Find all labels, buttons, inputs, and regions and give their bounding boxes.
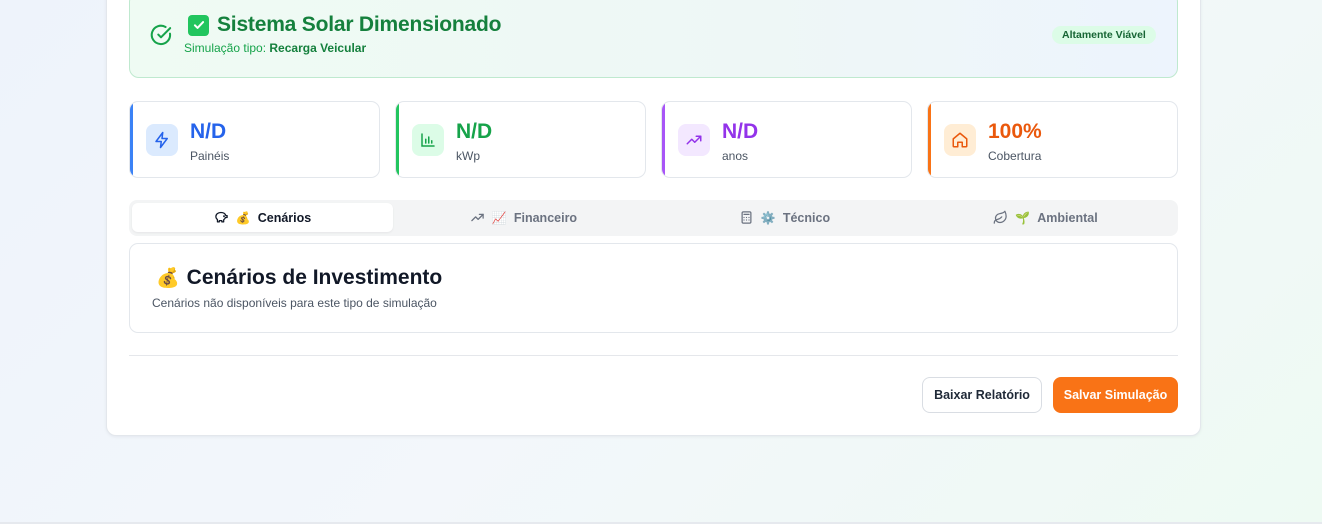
tab-label: Ambiental [1037, 210, 1098, 225]
gear-icon: ⚙️ [760, 210, 776, 225]
success-banner [129, 0, 1178, 78]
metric-accent [662, 102, 665, 177]
panel-header: 💰 Cenários de Investimento [156, 266, 442, 290]
metric-card-coverage: 100% Cobertura [927, 101, 1178, 178]
tab-technical[interactable]: ⚙️ Técnico [654, 203, 915, 232]
tab-bar: 💰 Cenários 📈 Financeiro ⚙️ Técnico 🌱 Amb… [129, 200, 1178, 236]
banner-title: Sistema Solar Dimensionado [217, 13, 502, 36]
banner-title-row: Sistema Solar Dimensionado [188, 13, 501, 37]
metric-label: Painéis [190, 149, 230, 163]
scenarios-panel: 💰 Cenários de Investimento Cenários não … [129, 243, 1178, 333]
metric-value: N/D [190, 120, 227, 143]
trending-up-icon [678, 124, 710, 156]
tab-scenarios[interactable]: 💰 Cenários [132, 203, 393, 232]
metric-value: N/D [722, 120, 759, 143]
tab-label: Técnico [782, 210, 831, 225]
simulation-type: Simulação tipo: Recarga Veicular [184, 41, 366, 55]
metric-label: Cobertura [988, 149, 1042, 163]
metric-card-kwp: N/D kWp [395, 101, 646, 178]
metric-card-panels: N/D Painéis [129, 101, 380, 178]
piggy-bank-icon [215, 211, 228, 223]
chart-increasing-icon: 📈 [491, 210, 507, 225]
tab-label: Financeiro [513, 210, 578, 225]
calculator-icon [741, 211, 752, 224]
divider [129, 355, 1178, 356]
tab-environmental[interactable]: 🌱 Ambiental [915, 203, 1176, 232]
checkbox-checked-icon [188, 14, 209, 36]
metric-value: N/D [456, 120, 493, 143]
download-report-button[interactable]: Baixar Relatório [922, 377, 1042, 413]
tab-label: Cenários [257, 210, 312, 225]
panel-title: Cenários de Investimento [186, 266, 443, 289]
panel-description: Cenários não disponíveis para este tipo … [152, 296, 437, 310]
simulation-type-value: Recarga Veicular [269, 41, 367, 55]
home-icon [944, 124, 976, 156]
metric-label: anos [722, 149, 749, 163]
save-simulation-button[interactable]: Salvar Simulação [1053, 377, 1178, 413]
tab-financial[interactable]: 📈 Financeiro [393, 203, 654, 232]
metric-accent [396, 102, 399, 177]
metric-value: 100% [988, 120, 1042, 143]
metric-label: kWp [456, 149, 480, 163]
seedling-icon: 🌱 [1015, 210, 1031, 225]
simulation-type-label: Simulação tipo: [184, 41, 267, 55]
bar-chart-icon [412, 124, 444, 156]
trending-up-icon [471, 213, 484, 222]
check-circle-icon [150, 24, 172, 46]
money-bag-icon: 💰 [156, 268, 180, 289]
viability-badge: Altamente Viável [1052, 26, 1156, 44]
money-bag-icon: 💰 [235, 210, 251, 225]
metric-accent [928, 102, 931, 177]
leaf-icon [993, 210, 1008, 224]
metric-accent [130, 102, 133, 177]
zap-icon [146, 124, 178, 156]
metric-card-years: N/D anos [661, 101, 912, 178]
